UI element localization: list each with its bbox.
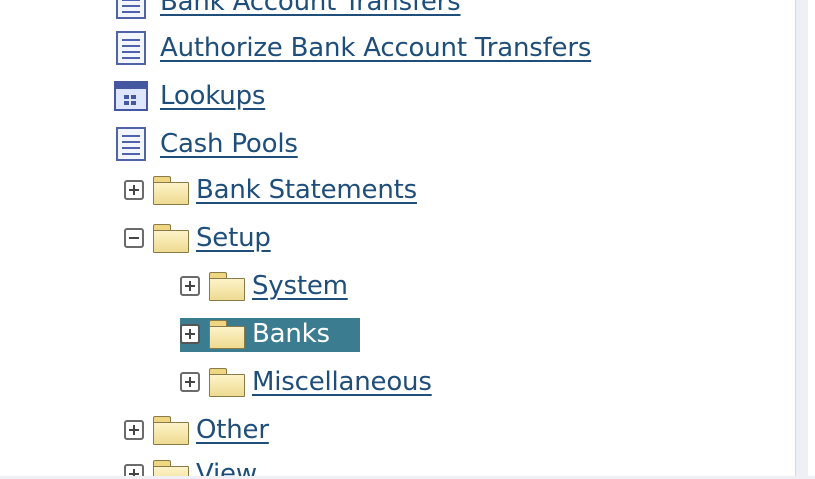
tree-item-system[interactable]: System (180, 264, 348, 308)
tree-item-authorize-bank-account-transfers[interactable]: Authorize Bank Account Transfers (116, 26, 591, 70)
tree-item-label[interactable]: Banks (252, 319, 330, 349)
document-icon (116, 0, 146, 19)
tree-item-view[interactable]: View (124, 452, 257, 479)
folder-icon (208, 367, 246, 397)
panel-divider[interactable] (795, 0, 808, 479)
tree-item-miscellaneous[interactable]: Miscellaneous (180, 360, 432, 404)
collapse-icon[interactable] (124, 228, 144, 248)
expand-icon[interactable] (180, 372, 200, 392)
tree-item-label[interactable]: Bank Statements (196, 175, 417, 205)
tree-item-label[interactable]: Bank Account Transfers (160, 0, 461, 17)
folder-icon (152, 223, 190, 253)
expand-icon[interactable] (180, 276, 200, 296)
expand-icon[interactable] (180, 324, 200, 344)
navigator-tree-panel: Bank Account Transfers Authorize Bank Ac… (8, 0, 795, 479)
tree-item-label[interactable]: Setup (196, 223, 271, 253)
expand-icon[interactable] (124, 180, 144, 200)
folder-icon (152, 415, 190, 445)
tree-item-other[interactable]: Other (124, 408, 269, 452)
tree-item-bank-statements[interactable]: Bank Statements (124, 168, 417, 212)
tree-item-cash-pools[interactable]: Cash Pools (116, 122, 298, 166)
tree-item-setup[interactable]: Setup (124, 216, 271, 260)
folder-icon (208, 271, 246, 301)
folder-icon (152, 175, 190, 205)
tree-item-label[interactable]: Other (196, 415, 269, 445)
document-icon (116, 127, 146, 161)
tree-item-bank-account-transfers[interactable]: Bank Account Transfers (116, 0, 461, 24)
navigator-tree: Bank Account Transfers Authorize Bank Ac… (8, 0, 795, 479)
folder-icon (208, 319, 246, 349)
window-icon (114, 81, 148, 111)
tree-item-label[interactable]: Lookups (160, 81, 265, 111)
tree-item-banks[interactable]: Banks (180, 312, 330, 356)
tree-item-label[interactable]: Miscellaneous (252, 367, 432, 397)
tree-item-label[interactable]: System (252, 271, 348, 301)
tree-item-label[interactable]: Authorize Bank Account Transfers (160, 33, 591, 63)
document-icon (116, 31, 146, 65)
expand-icon[interactable] (124, 420, 144, 440)
tree-item-label[interactable]: Cash Pools (160, 129, 298, 159)
tree-item-lookups[interactable]: Lookups (114, 74, 265, 118)
